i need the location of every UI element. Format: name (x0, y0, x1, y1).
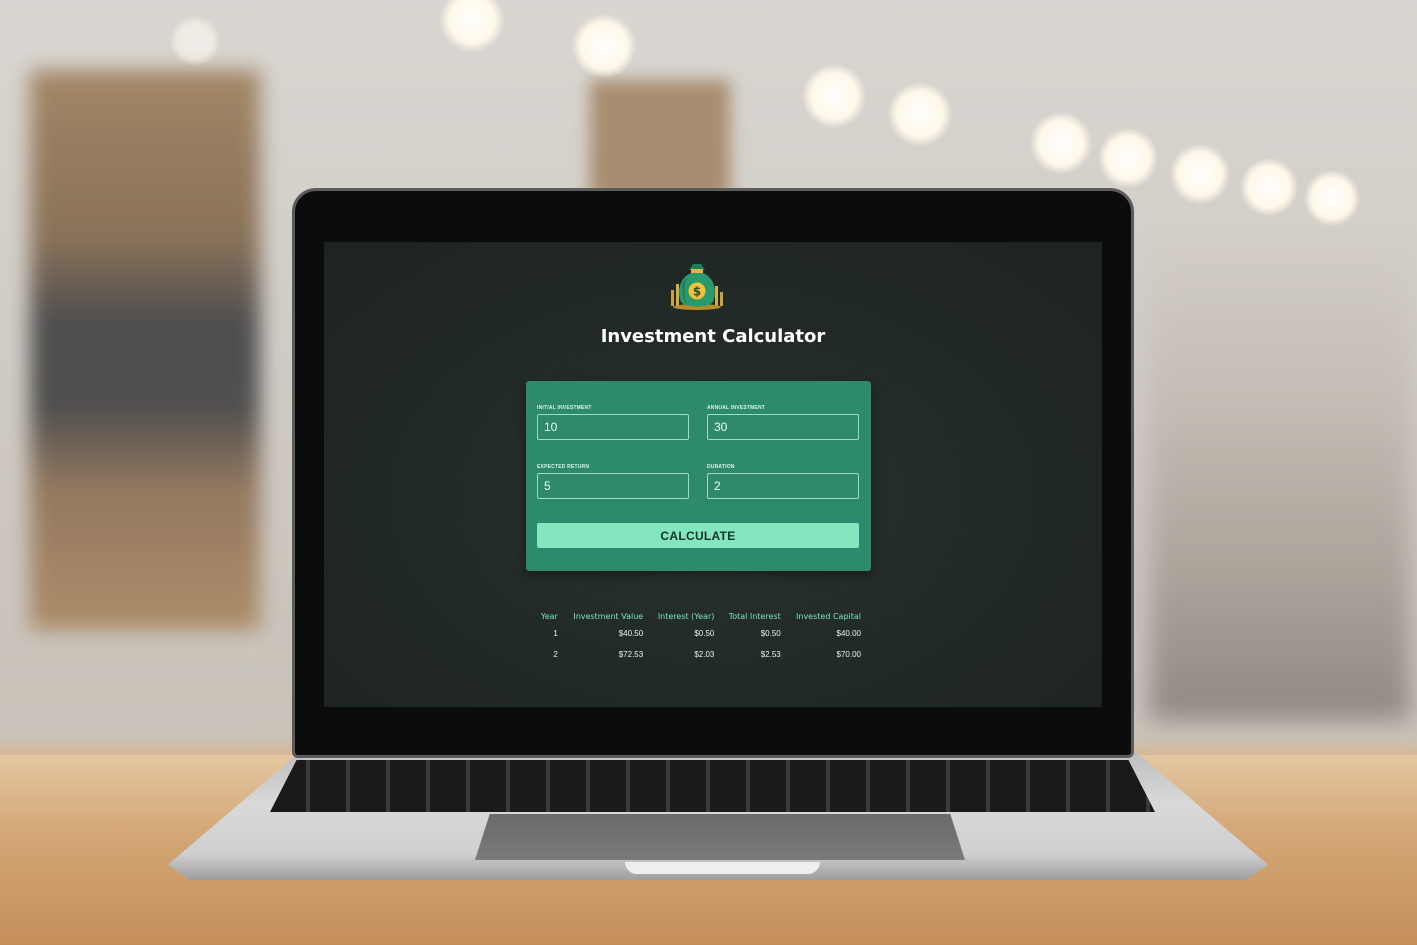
results-table: Year Investment Value Interest (Year) To… (534, 612, 866, 671)
calculate-button[interactable]: CALCULATE (537, 523, 859, 548)
annual-investment-label: Annual Investment (707, 405, 766, 411)
duration-field: Duration (707, 464, 859, 499)
duration-input[interactable] (707, 473, 859, 499)
ceiling-light (1304, 170, 1360, 226)
expected-return-field: Expected Return (537, 464, 689, 499)
cell-interest-year: $2.03 (694, 650, 715, 659)
cell-invested-capital: $70.00 (836, 650, 861, 659)
duration-label: Duration (707, 464, 735, 470)
laptop-hinge-notch (625, 862, 820, 874)
page-title: Investment Calculator (600, 326, 826, 347)
svg-text:$: $ (693, 285, 701, 299)
background-wood-panel (30, 70, 260, 630)
table-row: 1 $40.50 $0.50 $0.50 $40.00 (534, 629, 866, 650)
ceiling-light (1030, 112, 1092, 174)
cell-invested-capital: $40.00 (836, 629, 861, 638)
user-input-card: Initial Investment Annual Investment Exp… (526, 381, 871, 571)
laptop-trackpad (475, 814, 965, 860)
ceiling-light (572, 14, 636, 78)
initial-investment-input[interactable] (537, 414, 689, 440)
background-wood-door (590, 80, 730, 200)
ceiling-light (888, 82, 952, 146)
annual-investment-input[interactable] (707, 414, 859, 440)
annual-investment-field: Annual Investment (707, 405, 859, 440)
laptop-keyboard (270, 760, 1155, 812)
ceiling-light (170, 16, 220, 66)
header-year: Year (540, 612, 558, 621)
header-total-interest: Total Interest (728, 612, 781, 621)
header-invested-capital: Invested Capital (796, 612, 861, 621)
cell-year: 2 (553, 650, 558, 659)
ceiling-light (1098, 128, 1158, 188)
header-investment-value: Investment Value (573, 612, 644, 621)
cell-total-interest: $0.50 (760, 629, 781, 638)
cell-investment-value: $72.53 (618, 650, 644, 659)
cell-year: 1 (553, 629, 558, 638)
ceiling-light (802, 64, 866, 128)
expected-return-input[interactable] (537, 473, 689, 499)
initial-investment-label: Initial Investment (537, 405, 592, 411)
money-bag-icon: $ (671, 264, 723, 310)
background-shelf (1150, 200, 1410, 720)
ceiling-light (1240, 158, 1298, 216)
cell-total-interest: $2.53 (760, 650, 781, 659)
cell-interest-year: $0.50 (694, 629, 715, 638)
app-screen: $ Investment Calculator Initial Investme… (324, 242, 1102, 707)
ceiling-light (1170, 144, 1230, 204)
results-header-row: Year Investment Value Interest (Year) To… (534, 612, 866, 629)
cell-investment-value: $40.50 (618, 629, 644, 638)
expected-return-label: Expected Return (537, 464, 590, 470)
table-row: 2 $72.53 $2.03 $2.53 $70.00 (534, 650, 866, 671)
ceiling-light (440, 0, 504, 52)
initial-investment-field: Initial Investment (537, 405, 689, 440)
header-interest-year: Interest (Year) (657, 612, 715, 621)
